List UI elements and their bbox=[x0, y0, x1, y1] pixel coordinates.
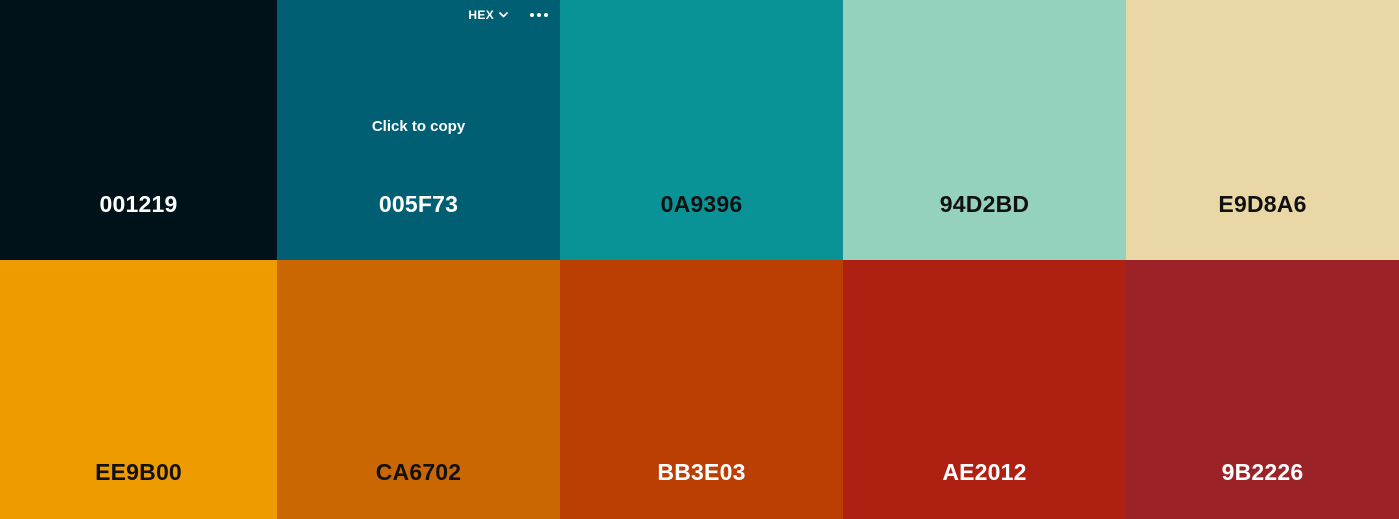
hex-code: CA6702 bbox=[375, 459, 462, 485]
swatch-toolbar: HEX bbox=[468, 8, 550, 22]
swatch-ca6702[interactable]: CA6702 bbox=[277, 260, 560, 519]
more-dot bbox=[537, 13, 541, 17]
color-palette: 001219 HEX Click to copy 005F73 0A9396 9… bbox=[0, 0, 1399, 519]
more-options-icon[interactable] bbox=[528, 9, 550, 21]
chevron-down-icon bbox=[499, 12, 508, 18]
swatch-001219[interactable]: 001219 bbox=[0, 0, 277, 260]
hex-code: 001219 bbox=[99, 191, 178, 217]
swatch-bb3e03[interactable]: BB3E03 bbox=[560, 260, 843, 519]
swatch-9b2226[interactable]: 9B2226 bbox=[1126, 260, 1399, 519]
swatch-0a9396[interactable]: 0A9396 bbox=[560, 0, 843, 260]
hex-code: BB3E03 bbox=[657, 459, 746, 485]
hex-code: 94D2BD bbox=[939, 191, 1030, 217]
more-dot bbox=[530, 13, 534, 17]
swatch-94d2bd[interactable]: 94D2BD bbox=[843, 0, 1126, 260]
click-to-copy-hint: Click to copy bbox=[371, 118, 466, 135]
swatch-e9d8a6[interactable]: E9D8A6 bbox=[1126, 0, 1399, 260]
swatch-005f73[interactable]: HEX Click to copy 005F73 bbox=[277, 0, 560, 260]
more-dot bbox=[544, 13, 548, 17]
hex-code: EE9B00 bbox=[95, 459, 182, 485]
hex-code: 0A9396 bbox=[660, 191, 743, 217]
swatch-ae2012[interactable]: AE2012 bbox=[843, 260, 1126, 519]
hex-code: 005F73 bbox=[378, 191, 459, 217]
color-format-label: HEX bbox=[468, 8, 494, 22]
hex-code: AE2012 bbox=[942, 459, 1027, 485]
hex-code: 9B2226 bbox=[1221, 459, 1304, 485]
color-format-dropdown[interactable]: HEX bbox=[468, 8, 508, 22]
hex-code: E9D8A6 bbox=[1218, 191, 1307, 217]
swatch-ee9b00[interactable]: EE9B00 bbox=[0, 260, 277, 519]
